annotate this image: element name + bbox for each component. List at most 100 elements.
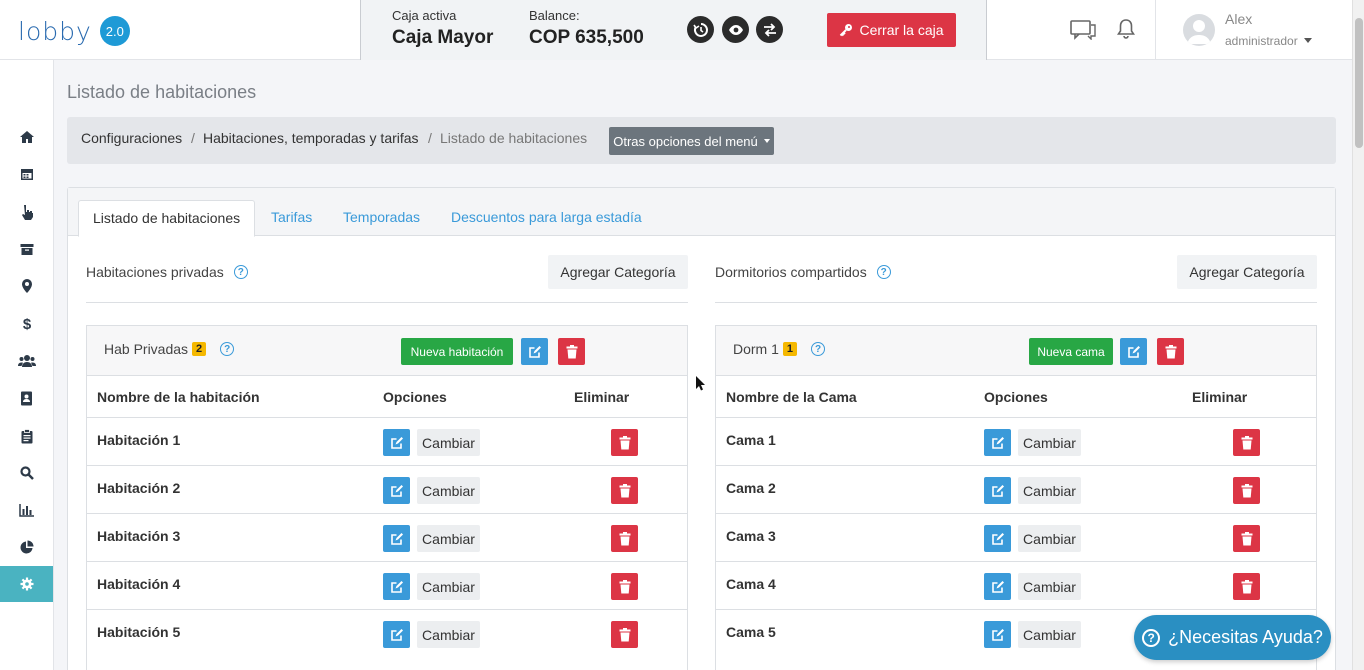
edit-button[interactable] [383, 573, 410, 600]
tab-bar: Listado de habitaciones Tarifas Temporad… [68, 188, 1335, 237]
edit-button[interactable] [383, 525, 410, 552]
view-button[interactable] [722, 16, 749, 43]
delete-button[interactable] [1233, 573, 1260, 600]
table-row: Habitación 2 Cambiar [87, 465, 687, 513]
change-button[interactable]: Cambiar [1018, 573, 1081, 600]
new-room-button[interactable]: Nueva habitación [401, 338, 513, 365]
breadcrumb-separator: / [428, 130, 432, 146]
edit-icon [991, 484, 1004, 497]
help-chat-button[interactable]: ? ¿Necesitas Ayuda? [1134, 615, 1331, 660]
table-row: Habitación 1 Cambiar [87, 417, 687, 465]
help-icon[interactable]: ? [876, 265, 891, 279]
edit-button[interactable] [383, 621, 410, 648]
sidebar-item-locations[interactable] [0, 268, 53, 304]
delete-button[interactable] [1233, 525, 1260, 552]
help-icon[interactable]: ? [811, 342, 826, 356]
new-bed-button[interactable]: Nueva cama [1029, 338, 1113, 365]
caret-down-icon [763, 139, 770, 143]
sidebar-item-guests[interactable] [0, 343, 53, 379]
user-role: administrador [1225, 34, 1298, 48]
sidebar-item-archive[interactable] [0, 231, 53, 267]
change-button[interactable]: Cambiar [1018, 477, 1081, 504]
shared-add-category-button[interactable]: Agregar Categoría [1177, 255, 1317, 289]
delete-button[interactable] [1233, 429, 1260, 456]
table-row: Habitación 5 Cambiar [87, 609, 687, 657]
sidebar-item-calendar[interactable] [0, 156, 53, 192]
edit-category-button[interactable] [1120, 338, 1147, 365]
breadcrumb-item-habitaciones-temporadas[interactable]: Habitaciones, temporadas y tarifas [203, 130, 419, 146]
edit-button[interactable] [984, 573, 1011, 600]
app-logo[interactable]: lobby 2.0 [18, 16, 130, 46]
table-row: Cama 2 Cambiar [716, 465, 1316, 513]
trash-icon [566, 344, 577, 358]
user-menu[interactable]: Alex administrador [1155, 0, 1352, 60]
delete-button[interactable] [1233, 477, 1260, 504]
breadcrumb-item-configuraciones[interactable]: Configuraciones [81, 130, 182, 146]
balance: Balance: COP 635,500 [529, 8, 644, 49]
room-count-badge: 2 [192, 342, 207, 356]
other-menu-options-dropdown[interactable]: Otras opciones del menú [609, 127, 774, 155]
row-name: Habitación 3 [97, 528, 181, 544]
history-button[interactable] [687, 16, 714, 43]
messages-button[interactable] [1070, 18, 1096, 43]
avatar [1183, 14, 1215, 46]
edit-button[interactable] [984, 621, 1011, 648]
private-category-name: Hab Privadas [104, 341, 189, 357]
edit-category-button[interactable] [521, 338, 548, 365]
delete-button[interactable] [611, 429, 638, 456]
sidebar-item-payments[interactable]: $ [0, 306, 53, 342]
tab-room-list[interactable]: Listado de habitaciones [78, 200, 256, 237]
change-button[interactable]: Cambiar [417, 621, 480, 648]
change-button[interactable]: Cambiar [417, 429, 480, 456]
column-header-options: Opciones [984, 389, 1048, 405]
sidebar-item-reports[interactable] [0, 418, 53, 454]
page-scrollbar[interactable] [1352, 0, 1364, 670]
table-row: Habitación 3 Cambiar [87, 513, 687, 561]
help-icon[interactable]: ? [220, 342, 235, 356]
change-button[interactable]: Cambiar [417, 477, 480, 504]
delete-button[interactable] [611, 525, 638, 552]
sidebar-item-home[interactable] [0, 119, 53, 155]
edit-icon [991, 580, 1004, 593]
delete-button[interactable] [611, 573, 638, 600]
change-button[interactable]: Cambiar [1018, 525, 1081, 552]
edit-icon [991, 532, 1004, 545]
edit-button[interactable] [383, 477, 410, 504]
chat-icon [1070, 20, 1096, 41]
sidebar-item-statistics[interactable] [0, 492, 53, 528]
column-header-delete: Eliminar [1192, 389, 1248, 405]
sidebar-item-checkin[interactable] [0, 194, 53, 230]
divider [86, 302, 688, 303]
help-icon[interactable]: ? [233, 265, 248, 279]
tab-long-stay-discounts[interactable]: Descuentos para larga estadía [437, 200, 656, 237]
sidebar-item-settings[interactable] [0, 566, 53, 602]
transfer-button[interactable] [756, 16, 783, 43]
change-button[interactable]: Cambiar [1018, 621, 1081, 648]
sidebar-item-contacts[interactable] [0, 380, 53, 416]
edit-button[interactable] [984, 429, 1011, 456]
change-button[interactable]: Cambiar [417, 525, 480, 552]
tab-rates[interactable]: Tarifas [257, 200, 326, 237]
active-cashbox-value: Caja Mayor [392, 27, 494, 48]
close-cashbox-button[interactable]: Cerrar la caja [827, 13, 956, 47]
delete-button[interactable] [611, 621, 638, 648]
delete-button[interactable] [611, 477, 638, 504]
edit-button[interactable] [984, 477, 1011, 504]
private-panel-header: Hab Privadas 2 ? Nueva habitación [87, 326, 687, 376]
notifications-button[interactable] [1116, 18, 1136, 43]
edit-button[interactable] [383, 429, 410, 456]
change-button[interactable]: Cambiar [1018, 429, 1081, 456]
sidebar-item-search[interactable] [0, 455, 53, 491]
trash-icon [619, 579, 630, 593]
edit-button[interactable] [984, 525, 1011, 552]
change-button[interactable]: Cambiar [417, 573, 480, 600]
delete-category-button[interactable] [1157, 338, 1184, 365]
private-add-category-button[interactable]: Agregar Categoría [548, 255, 688, 289]
exchange-icon [763, 22, 776, 37]
delete-category-button[interactable] [558, 338, 585, 365]
tab-seasons[interactable]: Temporadas [329, 200, 434, 237]
column-header-delete: Eliminar [574, 389, 630, 405]
scrollbar-thumb[interactable] [1355, 18, 1363, 148]
calendar-icon [20, 169, 33, 180]
sidebar-item-analytics[interactable] [0, 529, 53, 565]
